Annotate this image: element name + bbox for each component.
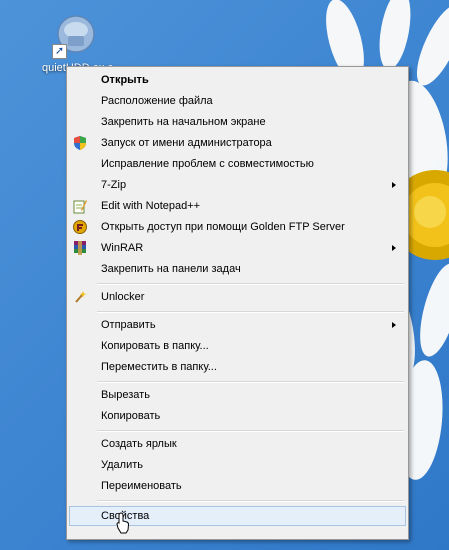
mouse-pointer-icon [116,512,130,534]
menu-item-cut[interactable]: Вырезать [69,385,406,405]
menu-item-send-to[interactable]: Отправить [69,315,406,335]
menu-item-label: Отправить [101,319,156,331]
menu-item-label: Открыть [101,74,149,86]
menu-item-label: Исправление проблем с совместимостью [101,158,314,170]
menu-item-pin-to-start[interactable]: Закрепить на начальном экране [69,112,406,132]
uac-shield-icon [74,136,86,150]
menu-item-label: Запуск от имени администратора [101,137,272,149]
menu-item-label: Копировать [101,410,161,422]
menu-separator [97,311,404,313]
menu-item-7zip[interactable]: 7-Zip [69,175,406,195]
menu-separator [97,500,404,502]
notepad-plus-plus-icon [73,200,87,214]
menu-item-golden-ftp[interactable]: Открыть доступ при помощи Golden FTP Ser… [69,217,406,237]
menu-item-file-location[interactable]: Расположение файла [69,91,406,111]
winrar-icon [74,241,86,255]
submenu-arrow-icon [392,182,396,188]
menu-item-label: Закрепить на начальном экране [101,116,266,128]
menu-item-label: Копировать в папку... [101,340,209,352]
menu-item-label: Unlocker [101,291,145,303]
menu-item-move-to-folder[interactable]: Переместить в папку... [69,357,406,377]
menu-item-label: Edit with Notepad++ [101,200,201,212]
menu-item-label: Создать ярлык [101,438,177,450]
menu-item-label: Переименовать [101,480,182,492]
submenu-arrow-icon [392,245,396,251]
menu-separator [97,381,404,383]
menu-item-edit-notepad[interactable]: Edit with Notepad++ [69,196,406,216]
submenu-arrow-icon [392,322,396,328]
menu-item-delete[interactable]: Удалить [69,455,406,475]
menu-item-pin-to-taskbar[interactable]: Закрепить на панели задач [69,259,406,279]
menu-item-run-as-admin[interactable]: Запуск от имени администратора [69,133,406,153]
unlocker-wand-icon [75,291,87,303]
menu-item-open[interactable]: Открыть [69,70,406,90]
context-menu: Открыть Расположение файла Закрепить на … [66,66,409,540]
menu-item-label: WinRAR [101,242,144,254]
menu-item-label: Закрепить на панели задач [101,263,241,275]
menu-item-label: Вырезать [101,389,150,401]
menu-item-copy-to-folder[interactable]: Копировать в папку... [69,336,406,356]
menu-item-create-shortcut[interactable]: Создать ярлык [69,434,406,454]
menu-item-label: Переместить в папку... [101,361,217,373]
golden-ftp-icon [73,220,87,234]
menu-separator [97,430,404,432]
menu-item-copy[interactable]: Копировать [69,406,406,426]
menu-item-label: Расположение файла [101,95,213,107]
menu-item-label: 7-Zip [101,179,127,191]
menu-item-troubleshoot-compatibility[interactable]: Исправление проблем с совместимостью [69,154,406,174]
menu-item-label: Открыть доступ при помощи Golden FTP Ser… [101,221,345,233]
menu-item-rename[interactable]: Переименовать [69,476,406,496]
shortcut-arrow-icon: ➚ [52,44,67,59]
menu-item-winrar[interactable]: WinRAR [69,238,406,258]
menu-separator [97,283,404,285]
menu-item-unlocker[interactable]: Unlocker [69,287,406,307]
menu-item-label: Удалить [101,459,143,471]
